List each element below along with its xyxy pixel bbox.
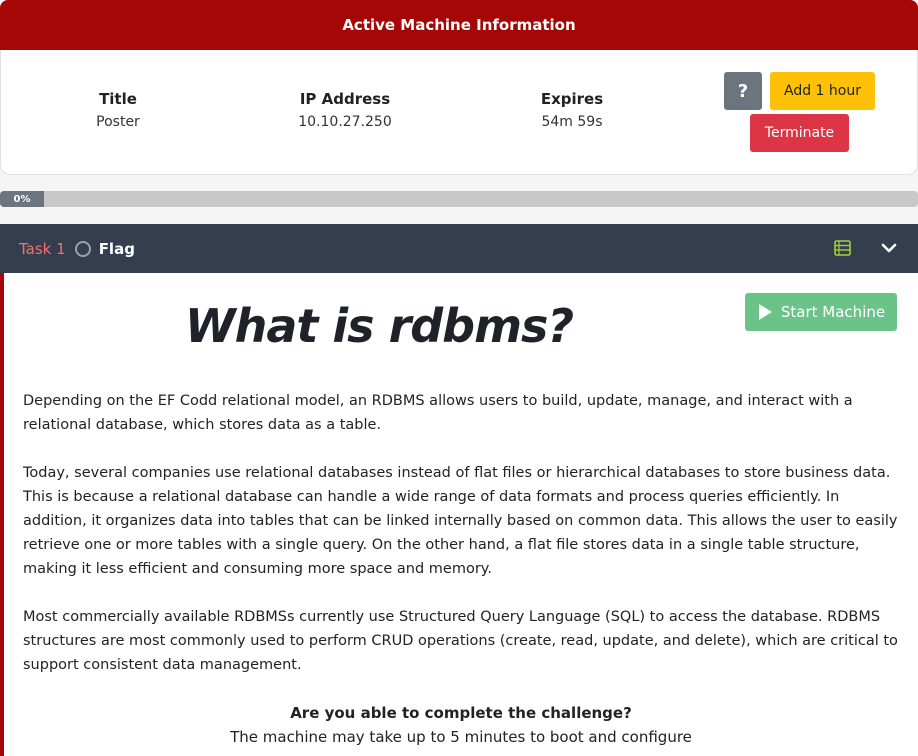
progress-bar: 0%: [0, 191, 918, 207]
start-machine-button[interactable]: Start Machine: [745, 293, 897, 331]
title-label: Title: [99, 90, 137, 108]
task-header[interactable]: Task 1 Flag: [0, 224, 918, 273]
chevron-down-icon[interactable]: [880, 240, 898, 260]
expires-field: Expires 54m 59s: [472, 90, 672, 130]
ip-address-label: IP Address: [299, 90, 391, 108]
machine-info-panel: Title Poster IP Address 10.10.27.250 Exp…: [0, 50, 918, 175]
question-icon: ?: [737, 80, 749, 102]
task-number: Task 1: [19, 239, 66, 258]
boot-note: The machine may take up to 5 minutes to …: [230, 728, 692, 746]
ip-address-field: IP Address 10.10.27.250: [245, 90, 445, 130]
task-title: Flag: [98, 239, 135, 258]
title-field: Title Poster: [18, 90, 218, 130]
challenge-question: Are you able to complete the challenge?: [290, 704, 632, 722]
start-machine-label: Start Machine: [780, 303, 886, 321]
circle-icon: [74, 240, 91, 257]
notes-icon[interactable]: [834, 240, 851, 260]
expires-value: 54m 59s: [541, 114, 603, 130]
expires-label: Expires: [540, 90, 604, 108]
machine-header: Active Machine Information: [0, 0, 918, 50]
task-content: What is rdbms? Start Machine Depending o…: [0, 273, 918, 756]
terminate-button[interactable]: Terminate: [750, 114, 849, 152]
machine-header-title: Active Machine Information: [342, 16, 576, 34]
progress-label: 0%: [13, 193, 31, 205]
title-value: Poster: [96, 114, 140, 130]
progress-fill: 0%: [0, 191, 44, 207]
paragraph-1: Depending on the EF Codd relational mode…: [23, 393, 853, 433]
add-hour-button[interactable]: Add 1 hour: [770, 72, 875, 110]
paragraph-3: Most commercially available RDBMSs curre…: [23, 609, 898, 673]
ip-address-value[interactable]: 10.10.27.250: [245, 114, 445, 130]
help-button[interactable]: ?: [724, 72, 762, 110]
play-icon: [758, 304, 772, 320]
paragraph-2: Today, several companies use relational …: [23, 465, 898, 577]
task-heading: What is rdbms?: [184, 299, 574, 353]
